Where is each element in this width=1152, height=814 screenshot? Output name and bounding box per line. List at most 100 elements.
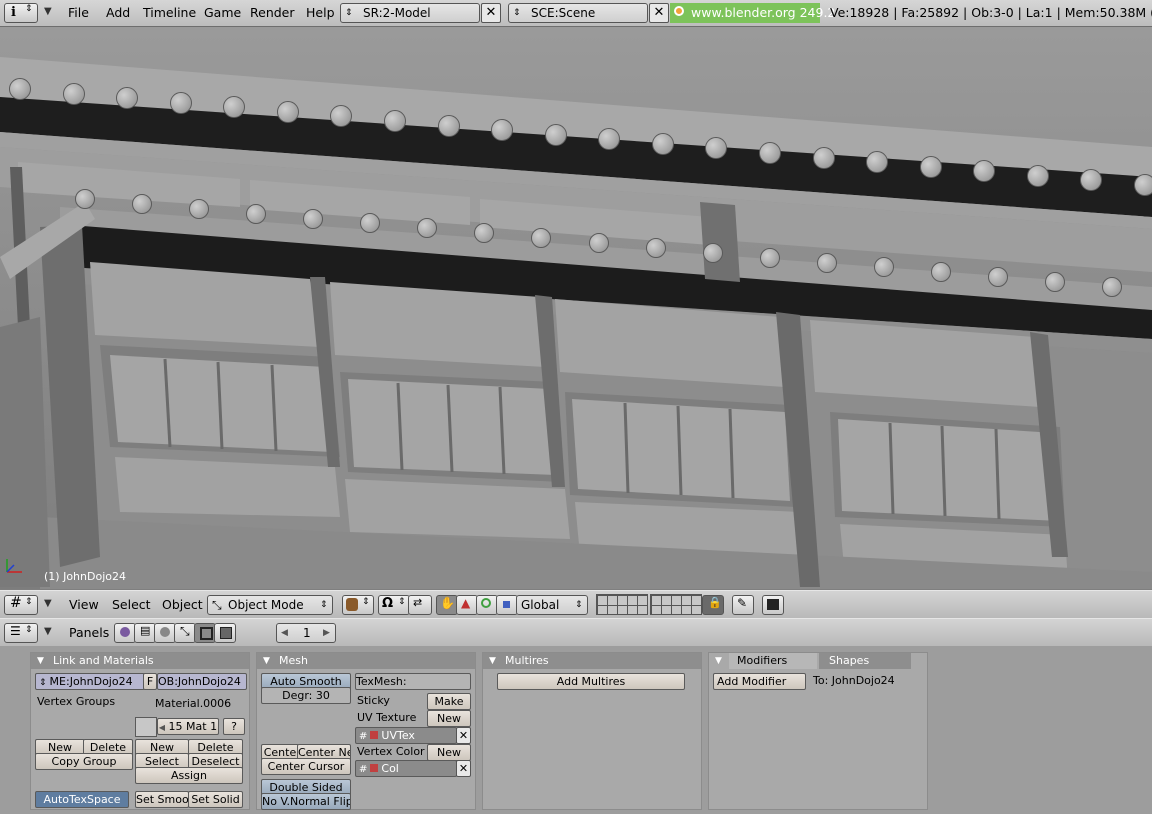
- logic-context-tab[interactable]: [114, 623, 136, 643]
- material-assign-button[interactable]: Assign: [135, 767, 243, 784]
- no-vnormal-flip-toggle[interactable]: No V.Normal Flip: [261, 793, 351, 810]
- render-layer-icon: [370, 764, 379, 772]
- delete-screen-button[interactable]: ✕: [481, 3, 501, 23]
- left-arrow-icon: ◀: [281, 628, 288, 638]
- add-multires-button[interactable]: Add Multires: [497, 673, 685, 690]
- pencil-icon: ✎: [737, 596, 748, 610]
- panel-header[interactable]: ▼ Link and Materials: [31, 653, 249, 669]
- menu-view[interactable]: View: [69, 591, 99, 618]
- texmesh-field[interactable]: TexMesh:: [355, 673, 471, 690]
- menu-help[interactable]: Help: [306, 0, 335, 26]
- object-icon: ⤡: [180, 624, 190, 638]
- link-materials-panel: ▼ Link and Materials ⇕ ME:JohnDojo24 F OB…: [30, 652, 250, 810]
- delete-col-button[interactable]: ✕: [456, 760, 471, 777]
- editor-type-menu[interactable]: i ⇕: [4, 3, 38, 23]
- delete-scene-button[interactable]: ✕: [649, 3, 669, 23]
- tab-shapes[interactable]: Shapes: [819, 653, 911, 669]
- scale-manipulator[interactable]: [496, 595, 518, 615]
- axis-gizmo-icon: [6, 559, 22, 573]
- collapse-triangle-icon[interactable]: ▼: [489, 653, 496, 669]
- material-index-field[interactable]: ◀ 15 Mat 1: [157, 718, 219, 735]
- add-modifier-button[interactable]: Add Modifier: [713, 673, 806, 690]
- blender-site-link[interactable]: www.blender.org 249.2: [670, 3, 835, 23]
- menu-render[interactable]: Render: [250, 0, 295, 26]
- scene-context-tab[interactable]: [214, 623, 236, 643]
- scene-selector[interactable]: ⇕ SCE:Scene: [508, 3, 648, 23]
- scene-stats: Ve:18928 | Fa:25892 | Ob:3-0 | La:1 | Me…: [830, 5, 1152, 20]
- editor-type-menu[interactable]: # ⇕: [4, 595, 38, 615]
- updown-arrows-icon: ⇕: [513, 8, 521, 18]
- menu-object[interactable]: Object: [162, 591, 203, 618]
- logic-icon: [120, 627, 130, 637]
- collapse-triangle-icon[interactable]: ▼: [44, 6, 52, 17]
- uv-texture-new-button[interactable]: New: [427, 710, 471, 727]
- shading-context-tab[interactable]: [154, 623, 176, 643]
- menu-file[interactable]: File: [68, 0, 89, 26]
- collapse-triangle-icon[interactable]: ▼: [263, 653, 270, 669]
- render-preview-button[interactable]: [762, 595, 784, 615]
- copy-group-button[interactable]: Copy Group: [35, 753, 133, 770]
- translate-manipulator[interactable]: ▲: [456, 595, 478, 615]
- rafter-end: [132, 193, 153, 214]
- uvtex-layer-field[interactable]: # UVTex: [355, 727, 457, 744]
- delete-uvtex-button[interactable]: ✕: [456, 727, 471, 744]
- centre-cursor-button[interactable]: Center Cursor: [261, 758, 351, 775]
- menu-select[interactable]: Select: [112, 591, 151, 618]
- transform-orientation-selector[interactable]: Global ⇕: [516, 595, 588, 615]
- col-layer-field[interactable]: # Col: [355, 760, 457, 777]
- updown-arrows-icon: ⇕: [345, 8, 353, 18]
- auto-smooth-degree-field[interactable]: Degr: 30: [261, 687, 351, 704]
- rafter-end: [816, 252, 837, 273]
- sticky-label: Sticky: [357, 694, 390, 707]
- 3d-viewport[interactable]: (1) JohnDojo24: [0, 27, 1152, 589]
- sticky-make-button[interactable]: Make: [427, 693, 471, 710]
- collapse-triangle-icon[interactable]: ▼: [44, 626, 52, 637]
- autotexspace-toggle[interactable]: AutoTexSpace: [35, 791, 129, 808]
- collapse-triangle-icon[interactable]: ▼: [37, 653, 44, 669]
- render-layer-icon: [370, 731, 379, 739]
- screen-selector[interactable]: ⇕ SR:2-Model: [340, 3, 480, 23]
- draw-type-menu[interactable]: ⇕: [342, 595, 374, 615]
- updown-arrows-icon: ⇕: [25, 597, 33, 607]
- editor-type-menu[interactable]: ☰ ⇕: [4, 623, 38, 643]
- align-toggle-button[interactable]: ⇄: [408, 595, 432, 615]
- menu-timeline[interactable]: Timeline: [143, 0, 196, 26]
- updown-arrows-icon: ⇕: [320, 600, 328, 610]
- buttons-panels-area: ▼ Link and Materials ⇕ ME:JohnDojo24 F OB…: [0, 646, 1152, 814]
- object-context-tab[interactable]: ⤡: [174, 623, 196, 643]
- 3d-view-header: # ⇕ ▼ View Select Object ⤡ Object Mode ⇕…: [0, 590, 1152, 619]
- lock-layers-button[interactable]: 🔒: [702, 595, 724, 615]
- collapse-triangle-icon[interactable]: ▼: [44, 598, 52, 609]
- mode-selector[interactable]: ⤡ Object Mode ⇕: [207, 595, 333, 615]
- menu-game[interactable]: Game: [204, 0, 241, 26]
- layer-buttons-right[interactable]: [650, 594, 702, 615]
- script-context-tab[interactable]: ▤: [134, 623, 156, 643]
- rotate-manipulator[interactable]: [476, 595, 498, 615]
- grease-pencil-button[interactable]: ✎: [732, 595, 754, 615]
- pivot-menu[interactable]: Ω ⇕: [378, 595, 410, 615]
- mesh-datablock-field[interactable]: ⇕ ME:JohnDojo24: [35, 673, 145, 690]
- collapse-triangle-icon[interactable]: ▼: [715, 653, 722, 669]
- panel-header[interactable]: ▼ Mesh: [257, 653, 475, 669]
- manipulator-toggle[interactable]: ✋: [436, 595, 458, 615]
- object-name-field[interactable]: OB:JohnDojo24: [157, 673, 247, 690]
- material-color-swatch[interactable]: [135, 717, 157, 737]
- material-help-button[interactable]: ?: [223, 718, 245, 735]
- editing-context-tab[interactable]: [194, 623, 216, 643]
- vertex-color-label: Vertex Color: [357, 745, 425, 758]
- active-object-label: (1) JohnDojo24: [44, 570, 126, 583]
- fake-user-button[interactable]: F: [143, 673, 157, 690]
- panel-header[interactable]: ▼ Multires: [483, 653, 701, 669]
- set-solid-button[interactable]: Set Solid: [188, 791, 243, 808]
- frame-number-field[interactable]: ◀ 1 ▶: [276, 623, 336, 643]
- rafter-end: [246, 203, 267, 224]
- vertex-color-new-button[interactable]: New: [427, 744, 471, 761]
- menu-panels[interactable]: Panels: [69, 619, 109, 646]
- rafter-end: [417, 218, 438, 239]
- rotate-icon: [481, 598, 491, 608]
- menu-add[interactable]: Add: [106, 0, 130, 26]
- layer-buttons-left[interactable]: [596, 594, 648, 615]
- set-smooth-button[interactable]: Set Smoot: [135, 791, 189, 808]
- tab-modifiers[interactable]: Modifiers: [729, 653, 817, 669]
- align-icon: ⇄: [413, 596, 423, 609]
